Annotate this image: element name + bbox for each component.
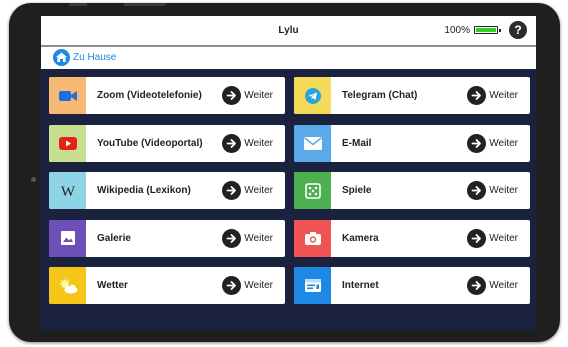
app-tile-label: Internet <box>342 280 379 291</box>
power-button <box>124 3 166 6</box>
battery-nub <box>499 28 501 32</box>
internet-icon <box>294 267 331 304</box>
app-tile-label: Zoom (Videotelefonie) <box>97 90 202 101</box>
app-tile-label: YouTube (Videoportal) <box>97 137 203 149</box>
gallery-icon <box>49 219 86 257</box>
arrow-right-icon <box>222 228 242 248</box>
app-tile-label: Kamera <box>342 232 379 244</box>
continue-label: Weiter <box>489 280 518 291</box>
app-tile-camera[interactable]: Kamera Weiter <box>294 219 530 257</box>
weather-icon <box>49 267 86 304</box>
app-tile-label: Wetter <box>97 280 128 291</box>
svg-text:W: W <box>60 184 75 199</box>
app-tile-label: Galerie <box>97 232 131 244</box>
help-button[interactable]: ? <box>509 21 527 39</box>
continue-label: Weiter <box>244 137 273 149</box>
top-bar: Lylu 100% ? <box>41 16 536 47</box>
email-icon <box>294 124 331 162</box>
app-tile-label: Spiele <box>342 185 372 196</box>
battery-percent: 100% <box>444 25 470 36</box>
arrow-right-icon <box>467 228 487 248</box>
battery-icon <box>474 26 501 34</box>
arrow-right-icon <box>222 181 242 200</box>
continue-label: Weiter <box>489 232 518 244</box>
telegram-icon <box>294 77 331 114</box>
app-tile-label: Wikipedia (Lexikon) <box>97 185 191 196</box>
breadcrumb-home-link[interactable]: Zu Hause <box>73 47 116 69</box>
continue-button[interactable]: Weiter <box>222 133 273 153</box>
camera-icon <box>294 219 331 257</box>
app-screen: Lylu 100% ? Zu Hause Zoom (Videotelefoni… <box>41 16 536 330</box>
continue-button[interactable]: Weiter <box>222 276 273 295</box>
app-tile-wikipedia[interactable]: W Wikipedia (Lexikon) Weiter <box>49 172 285 209</box>
breadcrumb: Zu Hause <box>41 47 536 69</box>
app-tile-games[interactable]: Spiele Weiter <box>294 172 530 209</box>
arrow-right-icon <box>222 276 242 295</box>
volume-button <box>69 3 87 6</box>
continue-button[interactable]: Weiter <box>467 133 518 153</box>
continue-label: Weiter <box>244 232 273 244</box>
arrow-right-icon <box>467 181 487 200</box>
zoom-icon <box>49 77 86 114</box>
youtube-icon <box>49 124 86 162</box>
arrow-right-icon <box>467 276 487 295</box>
arrow-right-icon <box>467 133 487 153</box>
continue-label: Weiter <box>489 185 518 196</box>
app-tile-weather[interactable]: Wetter Weiter <box>49 267 285 304</box>
wikipedia-icon: W <box>49 172 86 209</box>
arrow-right-icon <box>467 86 487 105</box>
home-icon[interactable] <box>53 49 70 66</box>
continue-label: Weiter <box>244 90 273 101</box>
continue-label: Weiter <box>244 280 273 291</box>
continue-button[interactable]: Weiter <box>467 86 518 105</box>
continue-button[interactable]: Weiter <box>467 181 518 200</box>
battery-fill <box>476 28 496 32</box>
app-tile-youtube[interactable]: YouTube (Videoportal) Weiter <box>49 124 285 162</box>
continue-label: Weiter <box>244 185 273 196</box>
arrow-right-icon <box>222 133 242 153</box>
front-camera <box>31 177 36 182</box>
continue-label: Weiter <box>489 137 518 149</box>
app-tile-gallery[interactable]: Galerie Weiter <box>49 219 285 257</box>
continue-button[interactable]: Weiter <box>222 86 273 105</box>
app-tile-email[interactable]: E-Mail Weiter <box>294 124 530 162</box>
continue-label: Weiter <box>489 90 518 101</box>
app-tile-internet[interactable]: Internet Weiter <box>294 267 530 304</box>
continue-button[interactable]: Weiter <box>222 228 273 248</box>
app-tile-telegram[interactable]: Telegram (Chat) Weiter <box>294 77 530 114</box>
continue-button[interactable]: Weiter <box>467 228 518 248</box>
app-tile-zoom[interactable]: Zoom (Videotelefonie) Weiter <box>49 77 285 114</box>
continue-button[interactable]: Weiter <box>222 181 273 200</box>
app-tile-label: E-Mail <box>342 137 372 149</box>
arrow-right-icon <box>222 86 242 105</box>
app-tile-label: Telegram (Chat) <box>342 90 418 101</box>
continue-button[interactable]: Weiter <box>467 276 518 295</box>
games-icon <box>294 172 331 209</box>
